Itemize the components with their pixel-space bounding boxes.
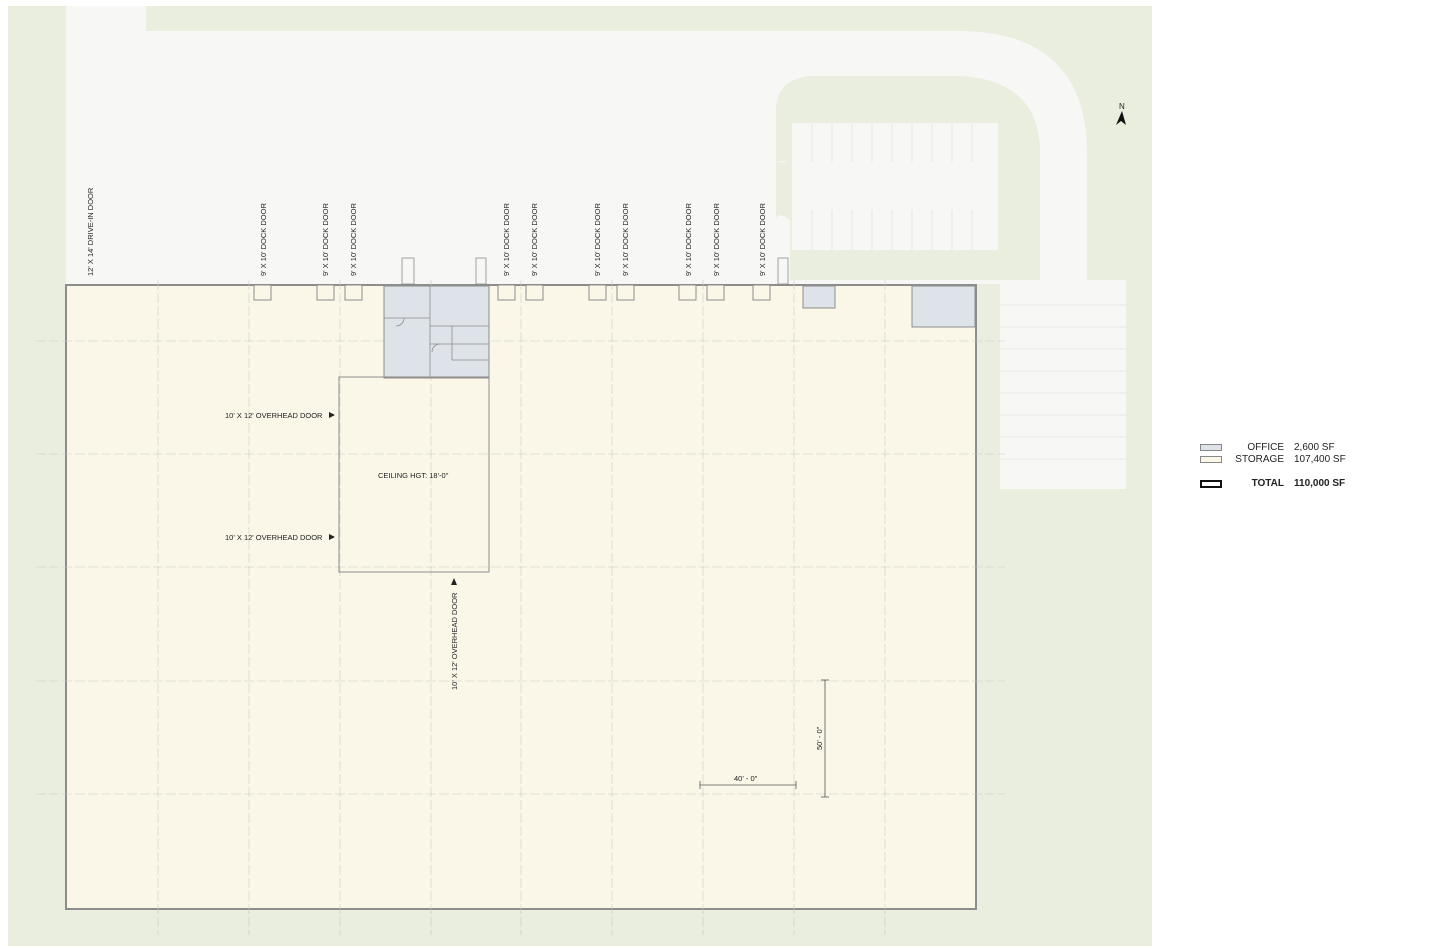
dock-door-label-3: 9' X 10' DOCK DOOR: [349, 203, 358, 276]
dock-door-boxes: [253, 284, 771, 301]
dock-door-label-2: 9' X 10' DOCK DOOR: [321, 203, 330, 276]
bay-width-dimension: 40' - 0": [734, 774, 758, 783]
office-area-small: [802, 285, 836, 309]
legend-row-office: OFFICE 2,600 SF: [1198, 442, 1378, 454]
dock-door-label-6: 9' X 10' DOCK DOOR: [593, 203, 602, 276]
overhead-door-label-1: 10' X 12' OVERHEAD DOOR: [225, 411, 323, 420]
parking-lot-north: [792, 123, 998, 250]
dock-door-label-5: 9' X 10' DOCK DOOR: [530, 203, 539, 276]
dock-door-label-10: 9' X 10' DOCK DOOR: [758, 203, 767, 276]
area-legend: OFFICE 2,600 SF STORAGE 107,400 SF TOTAL…: [1198, 442, 1378, 490]
dock-door-label-4: 9' X 10' DOCK DOOR: [502, 203, 511, 276]
north-label: N: [1119, 102, 1125, 111]
overhead-door-label-3: 10' X 12' OVERHEAD DOOR: [450, 592, 459, 690]
storage-swatch: [1200, 456, 1222, 463]
legend-value: 2,600 SF: [1294, 442, 1335, 453]
drive-in-door-label: 12' X 14' DRIVE-IN DOOR: [86, 187, 95, 276]
bay-depth-dimension: 50' - 0": [815, 726, 824, 750]
legend-name: OFFICE: [1247, 442, 1284, 453]
office-area-east: [911, 285, 976, 328]
total-swatch: [1200, 480, 1222, 488]
legend-row-total: TOTAL 110,000 SF: [1198, 478, 1378, 490]
ceiling-height-label: CEILING HGT: 18'-0": [378, 471, 449, 480]
dock-door-label-1: 9' X 10' DOCK DOOR: [259, 203, 268, 276]
legend-value: 110,000 SF: [1294, 478, 1346, 489]
office-swatch: [1200, 444, 1222, 451]
dock-door-label-8: 9' X 10' DOCK DOOR: [684, 203, 693, 276]
overhead-door-label-2: 10' X 12' OVERHEAD DOOR: [225, 533, 323, 542]
office-area-main: [383, 285, 490, 379]
dock-door-label-9: 9' X 10' DOCK DOOR: [712, 203, 721, 276]
legend-value: 107,400 SF: [1294, 454, 1346, 465]
legend-name: TOTAL: [1251, 478, 1284, 489]
dock-door-label-7: 9' X 10' DOCK DOOR: [621, 203, 630, 276]
legend-row-storage: STORAGE 107,400 SF: [1198, 454, 1378, 466]
legend-name: STORAGE: [1235, 454, 1284, 465]
